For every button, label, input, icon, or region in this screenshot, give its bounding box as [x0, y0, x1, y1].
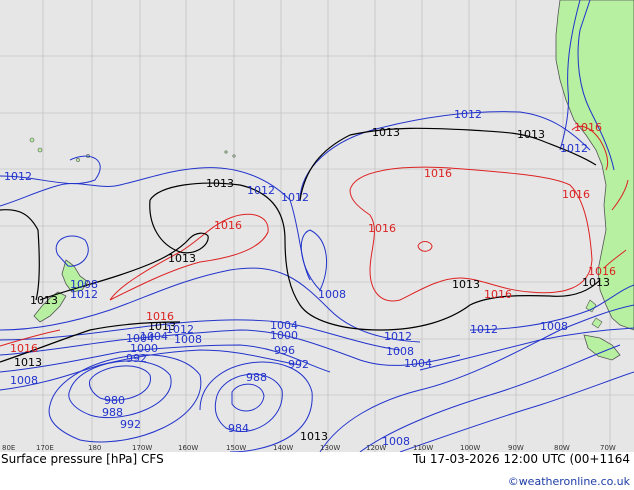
pacific-islands — [29, 137, 236, 162]
isobar-label: 1016 — [424, 167, 452, 180]
isobar-label: 1016 — [214, 219, 242, 232]
map-title: Surface pressure [hPa] CFS — [1, 452, 164, 466]
isobar-label: 1012 — [70, 288, 98, 301]
isobar-label: 1012 — [454, 108, 482, 121]
isobar-label: 992 — [126, 352, 147, 365]
isobar-label: 988 — [246, 371, 267, 384]
isobar-label: 1008 — [10, 374, 38, 387]
lon-label: 110W — [413, 444, 433, 452]
isobar-label: 1008 — [318, 288, 346, 301]
lon-label: 80E — [2, 444, 15, 452]
map-footer: Surface pressure [hPa] CFS Tu 17-03-2026… — [0, 452, 634, 490]
isobar-label: 984 — [228, 422, 249, 435]
lon-label: 150W — [226, 444, 246, 452]
isobar-label: 1012 — [384, 330, 412, 343]
isobars-high — [0, 125, 629, 347]
isobar-label: 1008 — [382, 435, 410, 448]
isobar-label: 1016 — [368, 222, 396, 235]
lon-label: 130W — [320, 444, 340, 452]
isobar-label: 1012 — [4, 170, 32, 183]
isobar-label: 1013 — [517, 128, 545, 141]
longitude-labels: 80E 170E 180 170W 160W 150W 140W 130W 12… — [2, 444, 616, 452]
isobar-label: 992 — [120, 418, 141, 431]
isobar-label: 1016 — [10, 342, 38, 355]
lon-label: 80W — [554, 444, 570, 452]
isobar-label: 1012 — [281, 191, 309, 204]
isobar-label: 1013 — [300, 430, 328, 443]
isobar-label: 1008 — [174, 333, 202, 346]
isobar-label: 1016 — [484, 288, 512, 301]
isobar-label: 996 — [274, 344, 295, 357]
isobar-label: 1013 — [168, 252, 196, 265]
map-grid — [0, 0, 634, 452]
isobar-label: 1012 — [247, 184, 275, 197]
isobar-label: 1013 — [452, 278, 480, 291]
isobar-label: 1008 — [540, 320, 568, 333]
isobar-label: 1012 — [470, 323, 498, 336]
isobar-label: 1016 — [588, 265, 616, 278]
isobar-label: 1013 — [30, 294, 58, 307]
isobar-label: 1012 — [560, 142, 588, 155]
isobar-label: 1013 — [14, 356, 42, 369]
isobar-label: 1008 — [386, 345, 414, 358]
lon-label: 90W — [508, 444, 524, 452]
isobar-label: 1016 — [146, 310, 174, 323]
isobar-label: 1000 — [270, 329, 298, 342]
isobar-label: 1016 — [562, 188, 590, 201]
isobar-label: 1004 — [140, 330, 168, 343]
isobar-label: 1013 — [372, 126, 400, 139]
isobar-label: 992 — [288, 358, 309, 371]
lon-label: 140W — [273, 444, 293, 452]
lon-label: 160W — [178, 444, 198, 452]
lon-label: 100W — [460, 444, 480, 452]
pressure-map: 80E 170E 180 170W 160W 150W 140W 130W 12… — [0, 0, 634, 452]
credit-link[interactable]: ©weatheronline.co.uk — [508, 475, 630, 488]
isobar-label: 1016 — [574, 121, 602, 134]
lon-label: 180 — [88, 444, 101, 452]
map-area: 80E 170E 180 170W 160W 150W 140W 130W 12… — [0, 0, 634, 452]
isobar-label: 1013 — [206, 177, 234, 190]
lon-label: 170E — [36, 444, 54, 452]
lon-label: 70W — [600, 444, 616, 452]
isobar-label: 1004 — [404, 357, 432, 370]
valid-time: Tu 17-03-2026 12:00 UTC (00+1164 — [412, 452, 630, 466]
lon-label: 170W — [132, 444, 152, 452]
